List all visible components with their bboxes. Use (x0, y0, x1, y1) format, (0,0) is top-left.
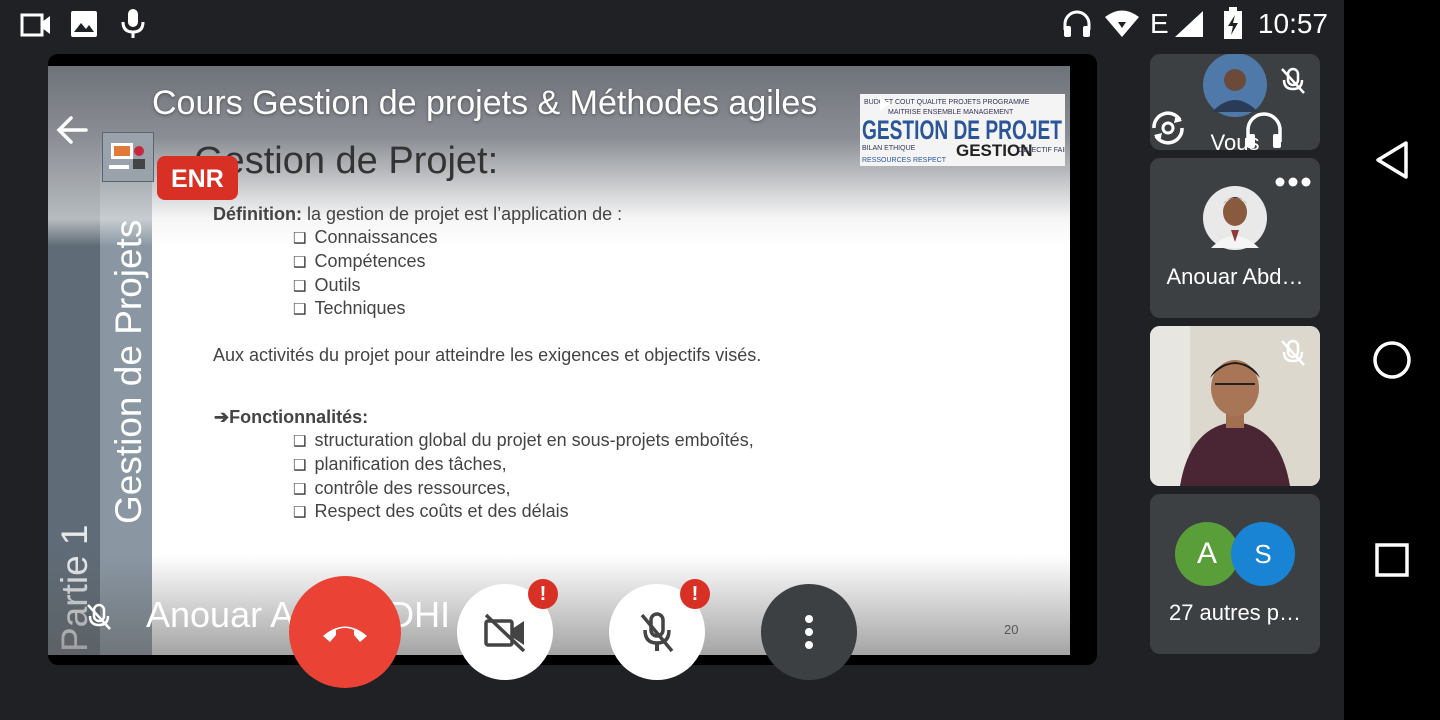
video-camera-icon (20, 13, 50, 37)
definition-item: Compétences (293, 251, 425, 272)
slide-heading: Gestion de Projet: (194, 140, 499, 182)
navigation-bar (1344, 0, 1440, 720)
feature-item: structuration global du projet en sous-p… (293, 430, 753, 451)
participant-tile[interactable]: Anouar Abd… (1150, 158, 1320, 318)
nav-recents-button[interactable] (1368, 536, 1416, 584)
slide-side-title: Gestion de Projets (108, 219, 149, 524)
definition-line: Définition: la gestion de projet est l’a… (213, 204, 622, 225)
self-tile[interactable]: Vous (1150, 54, 1320, 150)
back-triangle-icon (1376, 141, 1408, 179)
avatar-initial: A (1175, 522, 1239, 586)
activities-text: Aux activités du projet pour atteindre l… (213, 345, 762, 365)
definition-text: la gestion de projet est l’application d… (301, 204, 623, 224)
svg-text:RESSOURCES RESPECT: RESSOURCES RESPECT (862, 157, 947, 164)
meeting-title: Cours Gestion de projets & Méthodes agil… (152, 84, 818, 122)
audio-output-icon[interactable] (1244, 110, 1284, 150)
more-vertical-icon (805, 615, 813, 649)
recording-badge: ENR (157, 156, 238, 200)
back-arrow-icon[interactable] (52, 110, 92, 150)
chevron-right-icon[interactable] (878, 96, 892, 112)
others-tile[interactable]: A S 27 autres p… (1150, 494, 1320, 654)
clock: 10:57 (1257, 8, 1328, 39)
camera-alert-badge: ! (528, 579, 558, 609)
participant-name: Anouar Abd… (1166, 264, 1304, 289)
arrow-icon: ➔ (214, 407, 230, 427)
status-bar: E 10:57 (0, 0, 1344, 50)
participant-video-tile[interactable] (1150, 326, 1320, 486)
mic-off-icon (87, 603, 111, 630)
battery-charging-icon (1224, 7, 1242, 39)
recents-square-icon (1375, 543, 1409, 577)
avatar-initial: S (1231, 522, 1295, 586)
definition-item: Connaissances (293, 227, 437, 248)
self-avatar (1203, 54, 1267, 117)
mic-off-icon (1281, 339, 1305, 366)
more-horizontal-icon[interactable] (1274, 176, 1312, 188)
definition-item: Outils (293, 275, 360, 296)
svg-text:BILAN ETHIQUE: BILAN ETHIQUE (862, 145, 916, 152)
wifi-icon (1105, 10, 1139, 37)
others-count-label: 27 autres p… (1168, 600, 1302, 625)
camera-off-icon (484, 613, 526, 652)
participant-avatar (1203, 186, 1267, 250)
definition-item: Techniques (293, 298, 405, 319)
svg-text:OBJECTIF FAIRE: OBJECTIF FAIRE (1018, 147, 1065, 154)
presentation-stage[interactable]: Gestion de Projets Partie 1 BUDGET COUT … (48, 54, 1097, 665)
feature-item: contrôle des ressources, (293, 478, 510, 499)
hang-up-icon (323, 626, 367, 642)
image-icon (71, 11, 97, 37)
end-call-button[interactable] (289, 576, 401, 688)
features-label: Fonctionnalités: (229, 407, 369, 427)
network-type: E (1150, 8, 1169, 39)
microphone-icon (121, 9, 145, 38)
headphones-icon (1063, 10, 1091, 37)
more-options-button[interactable] (761, 584, 857, 680)
home-circle-icon (1373, 341, 1411, 379)
mic-off-icon (640, 612, 674, 653)
nav-back-button[interactable] (1368, 136, 1416, 184)
feature-item: Respect des coûts et des délais (293, 501, 568, 522)
mic-off-icon (1281, 67, 1305, 94)
definition-label: Définition: (213, 204, 302, 224)
slide-thumbnail-image (102, 132, 154, 182)
self-label: Vous (1210, 130, 1260, 150)
feature-item: planification des tâches, (293, 454, 506, 475)
shared-slide: Gestion de Projets Partie 1 BUDGET COUT … (48, 66, 1070, 655)
signal-icon (1175, 11, 1203, 37)
features-line: ➔Fonctionnalités: (214, 407, 368, 428)
nav-home-button[interactable] (1368, 336, 1416, 384)
microphone-alert-badge: ! (680, 579, 710, 609)
